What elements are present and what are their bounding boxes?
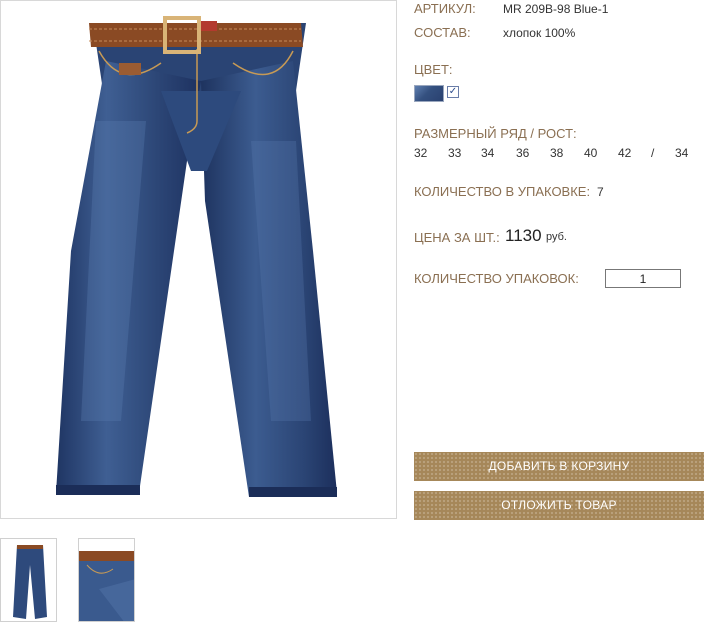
size-item: 38 bbox=[550, 146, 564, 160]
composition-value: хлопок 100% bbox=[503, 26, 576, 40]
article-value: MR 209B-98 Blue-1 bbox=[503, 2, 609, 16]
jeans-image bbox=[56, 16, 337, 497]
add-to-cart-button[interactable]: ДОБАВИТЬ В КОРЗИНУ bbox=[414, 452, 704, 481]
size-label: РАЗМЕРНЫЙ РЯД / РОСТ: bbox=[414, 126, 577, 141]
size-item: 36 bbox=[516, 146, 530, 160]
price-value: 1130 bbox=[505, 226, 542, 245]
size-item: 42 bbox=[618, 146, 632, 160]
jeans-detail-thumb-image bbox=[79, 551, 134, 621]
price-label: ЦЕНА ЗА ШТ.: bbox=[414, 230, 500, 245]
height-item: 34 bbox=[675, 146, 689, 160]
color-label: ЦВЕТ: bbox=[414, 62, 453, 77]
color-swatch-blue[interactable] bbox=[414, 85, 444, 102]
size-item: 33 bbox=[448, 146, 462, 160]
packs-quantity-input[interactable] bbox=[605, 269, 681, 288]
color-checkbox[interactable]: ✓ bbox=[447, 86, 459, 98]
size-item: 40 bbox=[584, 146, 598, 160]
product-main-image[interactable] bbox=[0, 0, 397, 519]
jeans-thumb-image bbox=[13, 545, 47, 619]
pack-qty-label: КОЛИЧЕСТВО В УПАКОВКЕ: bbox=[414, 184, 591, 199]
size-item: 34 bbox=[481, 146, 495, 160]
price-currency: руб. bbox=[546, 231, 567, 243]
article-label: АРТИКУЛ: bbox=[414, 1, 476, 16]
size-separator: / bbox=[651, 146, 655, 160]
thumbnail-front[interactable] bbox=[0, 538, 57, 622]
postpone-button[interactable]: ОТЛОЖИТЬ ТОВАР bbox=[414, 491, 704, 520]
composition-label: СОСТАВ: bbox=[414, 25, 471, 40]
pack-qty-value: 7 bbox=[597, 185, 604, 199]
size-list: 32 33 34 36 38 40 42 / 34 bbox=[414, 146, 704, 160]
packs-label: КОЛИЧЕСТВО УПАКОВОК: bbox=[414, 271, 579, 286]
thumbnail-detail[interactable] bbox=[78, 538, 135, 622]
size-item: 32 bbox=[414, 146, 428, 160]
